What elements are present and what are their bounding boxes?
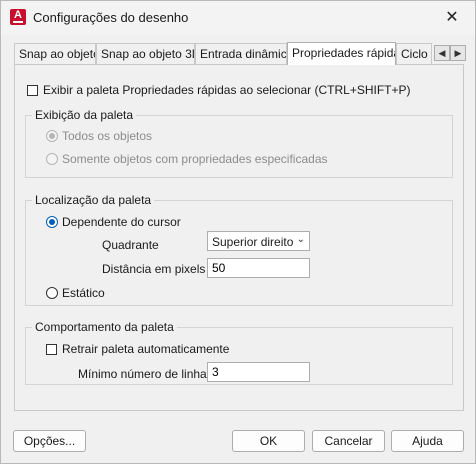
dialog-window: A Configurações do desenho ✕ Snap ao obj… [0, 0, 476, 464]
specified-objects-radio[interactable] [46, 153, 58, 165]
tab-snap-ao-objeto[interactable]: Snap ao objeto [14, 43, 96, 64]
cursor-dependent-label[interactable]: Dependente do cursor [62, 215, 181, 229]
ok-button[interactable]: OK [232, 430, 305, 452]
palette-display-group: Exibição da paleta Todos os objetos Some… [25, 108, 453, 178]
distance-input[interactable] [207, 258, 310, 278]
palette-behavior-group: Comportamento da paleta Retrair paleta a… [25, 320, 453, 385]
tab-ciclo-de-selecao[interactable]: Ciclo de seleção [396, 43, 432, 64]
chevron-down-icon: ⌄ [296, 234, 305, 245]
cursor-dependent-radio[interactable] [46, 216, 58, 228]
min-lines-label: Mínimo número de linhas [78, 367, 213, 381]
palette-location-group: Localização da paleta Dependente do curs… [25, 193, 453, 306]
static-radio[interactable] [46, 287, 58, 299]
palette-location-title: Localização da paleta [32, 193, 155, 207]
show-palette-label[interactable]: Exibir a paleta Propriedades rápidas ao … [43, 83, 411, 97]
static-label[interactable]: Estático [62, 286, 105, 300]
options-button[interactable]: Opções... [13, 430, 86, 452]
cancel-button[interactable]: Cancelar [312, 430, 385, 452]
tab-scroll-right-button[interactable]: ▶ [450, 45, 466, 61]
palette-display-title: Exibição da paleta [32, 108, 137, 122]
tab-snap-ao-objeto-3d[interactable]: Snap ao objeto 3D [96, 43, 195, 64]
dialog-title: Configurações do desenho [33, 10, 189, 25]
min-lines-input[interactable] [207, 362, 310, 382]
tab-scroll-left-button[interactable]: ◀ [434, 45, 450, 61]
chevron-right-icon: ▶ [454, 48, 462, 58]
help-button[interactable]: Ajuda [391, 430, 464, 452]
specified-objects-label[interactable]: Somente objetos com propriedades especif… [62, 152, 328, 166]
auto-collapse-checkbox[interactable] [46, 344, 57, 355]
tab-propriedades-rapidas[interactable]: Propriedades rápidas [287, 42, 396, 65]
palette-behavior-title: Comportamento da paleta [32, 320, 177, 334]
auto-collapse-label[interactable]: Retrair paleta automaticamente [62, 342, 229, 356]
title-bar: A Configurações do desenho ✕ [1, 1, 475, 35]
tab-strip: Snap ao objeto Snap ao objeto 3D Entrada… [14, 42, 466, 65]
all-objects-radio[interactable] [46, 130, 58, 142]
all-objects-label[interactable]: Todos os objetos [62, 129, 152, 143]
quick-properties-panel: Exibir a paleta Propriedades rápidas ao … [14, 64, 464, 411]
autocad-logo-icon: A [10, 9, 26, 25]
distance-label: Distância em pixels [102, 262, 206, 276]
quadrant-select[interactable]: Superior direito ⌄ [207, 231, 310, 251]
show-palette-checkbox[interactable] [27, 85, 38, 96]
chevron-left-icon: ◀ [438, 48, 446, 58]
tab-entrada-dinamica[interactable]: Entrada dinâmica [195, 43, 287, 64]
quadrant-label: Quadrante [102, 238, 159, 252]
close-button[interactable]: ✕ [429, 1, 475, 33]
close-icon: ✕ [445, 9, 459, 26]
